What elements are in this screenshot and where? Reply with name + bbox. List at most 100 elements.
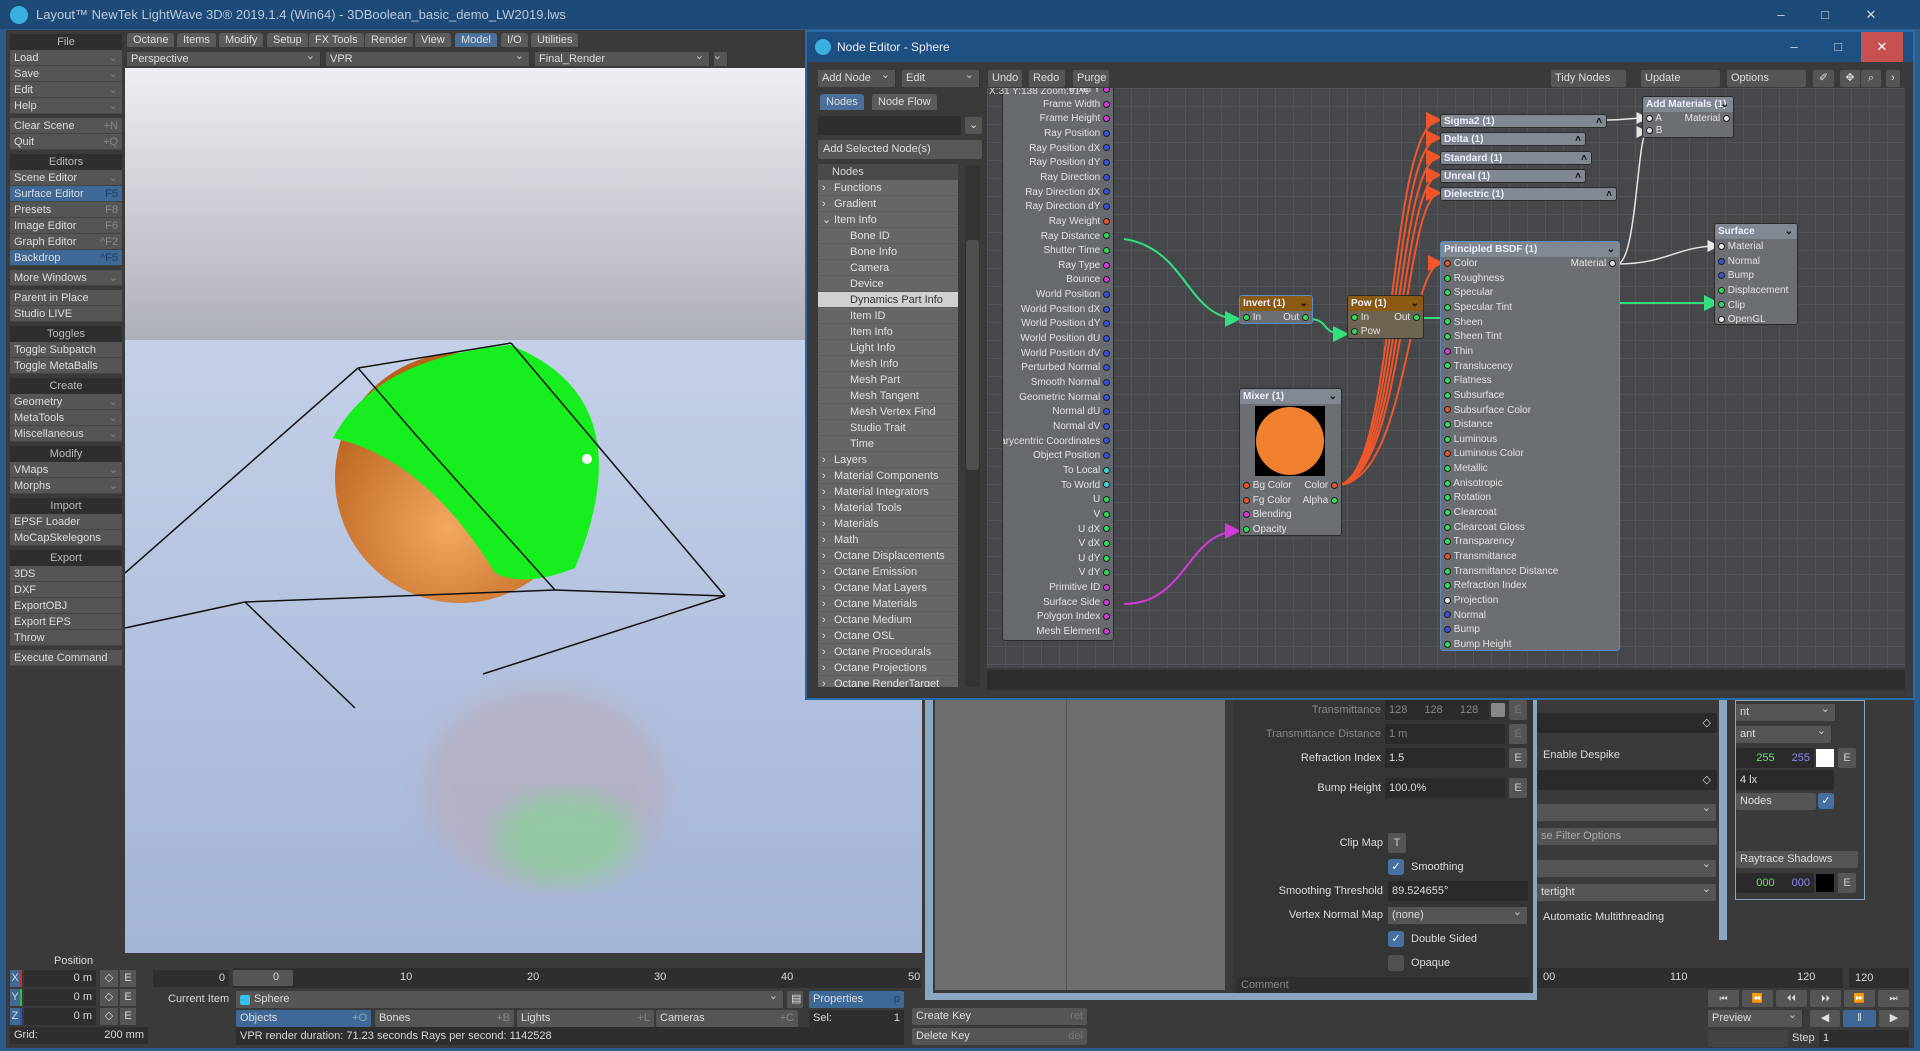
- sidebar-item-metatools[interactable]: MetaTools ⌄: [10, 410, 122, 426]
- filter-options-button[interactable]: se Filter Options: [1537, 828, 1717, 845]
- transmittance-envelope-button[interactable]: E: [1509, 700, 1527, 720]
- light-nodes-button[interactable]: Nodes: [1736, 793, 1816, 810]
- sidebar-item-miscellaneous[interactable]: Miscellaneous ⌄: [10, 426, 122, 442]
- port-dot[interactable]: [1103, 554, 1110, 562]
- tab-model[interactable]: Model: [455, 33, 497, 47]
- port[interactable]: Translucency: [1444, 360, 1513, 374]
- port-dot[interactable]: [1103, 261, 1110, 269]
- tree-item[interactable]: Light Info: [818, 340, 958, 356]
- bones-button[interactable]: Bones +B: [375, 1010, 514, 1027]
- current-item-dropdown[interactable]: Sphere: [236, 988, 784, 1008]
- sidebar-item-presets[interactable]: Presets F8: [10, 202, 122, 218]
- port[interactable]: V dY: [1079, 566, 1110, 580]
- shadow-color-swatch[interactable]: [1816, 874, 1834, 892]
- tree-item[interactable]: Device: [818, 276, 958, 292]
- port[interactable]: Thin: [1444, 345, 1473, 359]
- sidebar-item-help[interactable]: Help ⌄: [10, 98, 122, 114]
- current-frame-field[interactable]: 0: [153, 970, 229, 987]
- port-dot[interactable]: [1444, 347, 1451, 355]
- tree-category[interactable]: › Octane Displacements: [818, 548, 958, 564]
- play-reverse-button[interactable]: ◀: [1810, 1010, 1840, 1027]
- pin-icon[interactable]: ✐: [1813, 70, 1834, 87]
- port[interactable]: Color: [1304, 479, 1338, 493]
- port-dot[interactable]: [1103, 393, 1110, 401]
- vertex-normal-map-dropdown[interactable]: (none): [1388, 904, 1528, 924]
- node-search-field[interactable]: [818, 116, 961, 135]
- port[interactable]: Specular Tint: [1444, 301, 1512, 315]
- sidebar-item-3ds[interactable]: 3DS: [10, 566, 122, 582]
- axis-x-toggle[interactable]: X: [10, 970, 22, 987]
- timeline-slider[interactable]: 0 10 20 30 40 50: [233, 968, 921, 988]
- port-dot[interactable]: [1103, 408, 1110, 416]
- maximize-button[interactable]: □: [1804, 0, 1846, 29]
- port-dot[interactable]: [1444, 274, 1451, 282]
- port[interactable]: Transmittance Distance: [1444, 565, 1558, 579]
- add-selected-nodes-button[interactable]: Add Selected Node(s): [818, 140, 982, 159]
- preview-dropdown[interactable]: Preview: [1708, 1007, 1803, 1027]
- port-dot[interactable]: [1103, 613, 1110, 621]
- sidebar-item-surface-editor[interactable]: Surface Editor F5: [10, 186, 122, 202]
- port-dot[interactable]: [1444, 538, 1451, 546]
- port-dot[interactable]: [1444, 640, 1451, 648]
- smoothing-threshold-field[interactable]: 89.524655°: [1388, 881, 1528, 901]
- port[interactable]: Normal dU: [1052, 405, 1110, 419]
- tree-item[interactable]: Bone Info: [818, 244, 958, 260]
- node-surface[interactable]: Surface ⌄ Material Normal Bump Displaceme…: [1714, 223, 1798, 325]
- shadow-color-field[interactable]: 000 000: [1736, 873, 1814, 893]
- port-dot[interactable]: [1103, 422, 1110, 430]
- node-spot-info[interactable]: Pixel Y Frame Width Frame Height Ray Pos…: [1002, 88, 1114, 641]
- port[interactable]: Fg Color: [1243, 494, 1291, 508]
- tree-category[interactable]: › Material Integrators: [818, 484, 958, 500]
- tree-item[interactable]: Mesh Info: [818, 356, 958, 372]
- sidebar-item-exportobj[interactable]: ExportOBJ: [10, 598, 122, 614]
- port[interactable]: Sheen Tint: [1444, 330, 1502, 344]
- port-dot[interactable]: [1331, 481, 1338, 489]
- port[interactable]: Transparency: [1444, 535, 1514, 549]
- sidebar-item-scene-editor[interactable]: Scene Editor ⌄: [10, 170, 122, 186]
- scrollbar-thumb[interactable]: [966, 240, 979, 470]
- redo-button[interactable]: Redo: [1029, 70, 1065, 87]
- node-editor-close-button[interactable]: ✕: [1861, 32, 1903, 62]
- port[interactable]: Frame Width: [1043, 98, 1110, 112]
- sidebar-item-image-editor[interactable]: Image Editor F6: [10, 218, 122, 234]
- expand-icon[interactable]: ˄: [1606, 188, 1612, 200]
- pan-icon[interactable]: ✥: [1840, 70, 1860, 87]
- sidebar-item-vmaps[interactable]: VMaps ⌄: [10, 462, 122, 478]
- viewport-options-dropdown[interactable]: [713, 49, 728, 66]
- port[interactable]: Perturbed Normal: [1021, 361, 1110, 375]
- tree-item[interactable]: Dynamics Part Info: [818, 292, 958, 308]
- tree-category[interactable]: › Math: [818, 532, 958, 548]
- tree-category[interactable]: › Octane OSL: [818, 628, 958, 644]
- axis-y-toggle[interactable]: Y: [10, 989, 22, 1006]
- node-delta[interactable]: Delta (1) ˄: [1440, 132, 1586, 146]
- sidebar-item-edit[interactable]: Edit ⌄: [10, 82, 122, 98]
- port[interactable]: Surface Side: [1043, 596, 1110, 610]
- raytrace-shadows-button[interactable]: Raytrace Shadows: [1736, 851, 1858, 868]
- port-dot[interactable]: [1444, 362, 1451, 370]
- port-dot[interactable]: [1243, 313, 1250, 321]
- tree-category[interactable]: › Octane Mat Layers: [818, 580, 958, 596]
- port[interactable]: U dY: [1078, 552, 1110, 566]
- port[interactable]: OpenGL: [1718, 313, 1766, 324]
- port-dot[interactable]: [1103, 334, 1110, 342]
- port-dot[interactable]: [1444, 508, 1451, 516]
- tree-category[interactable]: › Octane Emission: [818, 564, 958, 580]
- tab-render[interactable]: Render: [365, 33, 414, 47]
- port[interactable]: Bump Height: [1444, 638, 1512, 650]
- port-dot[interactable]: [1444, 421, 1451, 428]
- sidebar-item-studio-live[interactable]: Studio LIVE: [10, 306, 122, 322]
- port-dot[interactable]: [1444, 318, 1451, 326]
- port-dot[interactable]: [1103, 466, 1110, 474]
- port-dot[interactable]: [1243, 481, 1250, 489]
- port-dot[interactable]: [1103, 217, 1110, 225]
- node-editor-title-bar[interactable]: Node Editor - Sphere – □ ✕: [807, 32, 1913, 62]
- port[interactable]: To Local: [1063, 464, 1110, 478]
- port[interactable]: Displacement: [1718, 284, 1788, 298]
- step-field[interactable]: 1: [1819, 1030, 1909, 1047]
- tab-items[interactable]: Items: [177, 33, 216, 47]
- render-value-field[interactable]: ◇: [1537, 713, 1717, 733]
- port[interactable]: Flatness: [1444, 374, 1492, 388]
- sidebar-item-clear-scene[interactable]: Clear Scene +N: [10, 118, 122, 134]
- port-dot[interactable]: [1103, 144, 1110, 152]
- cameras-button[interactable]: Cameras +C: [656, 1010, 798, 1027]
